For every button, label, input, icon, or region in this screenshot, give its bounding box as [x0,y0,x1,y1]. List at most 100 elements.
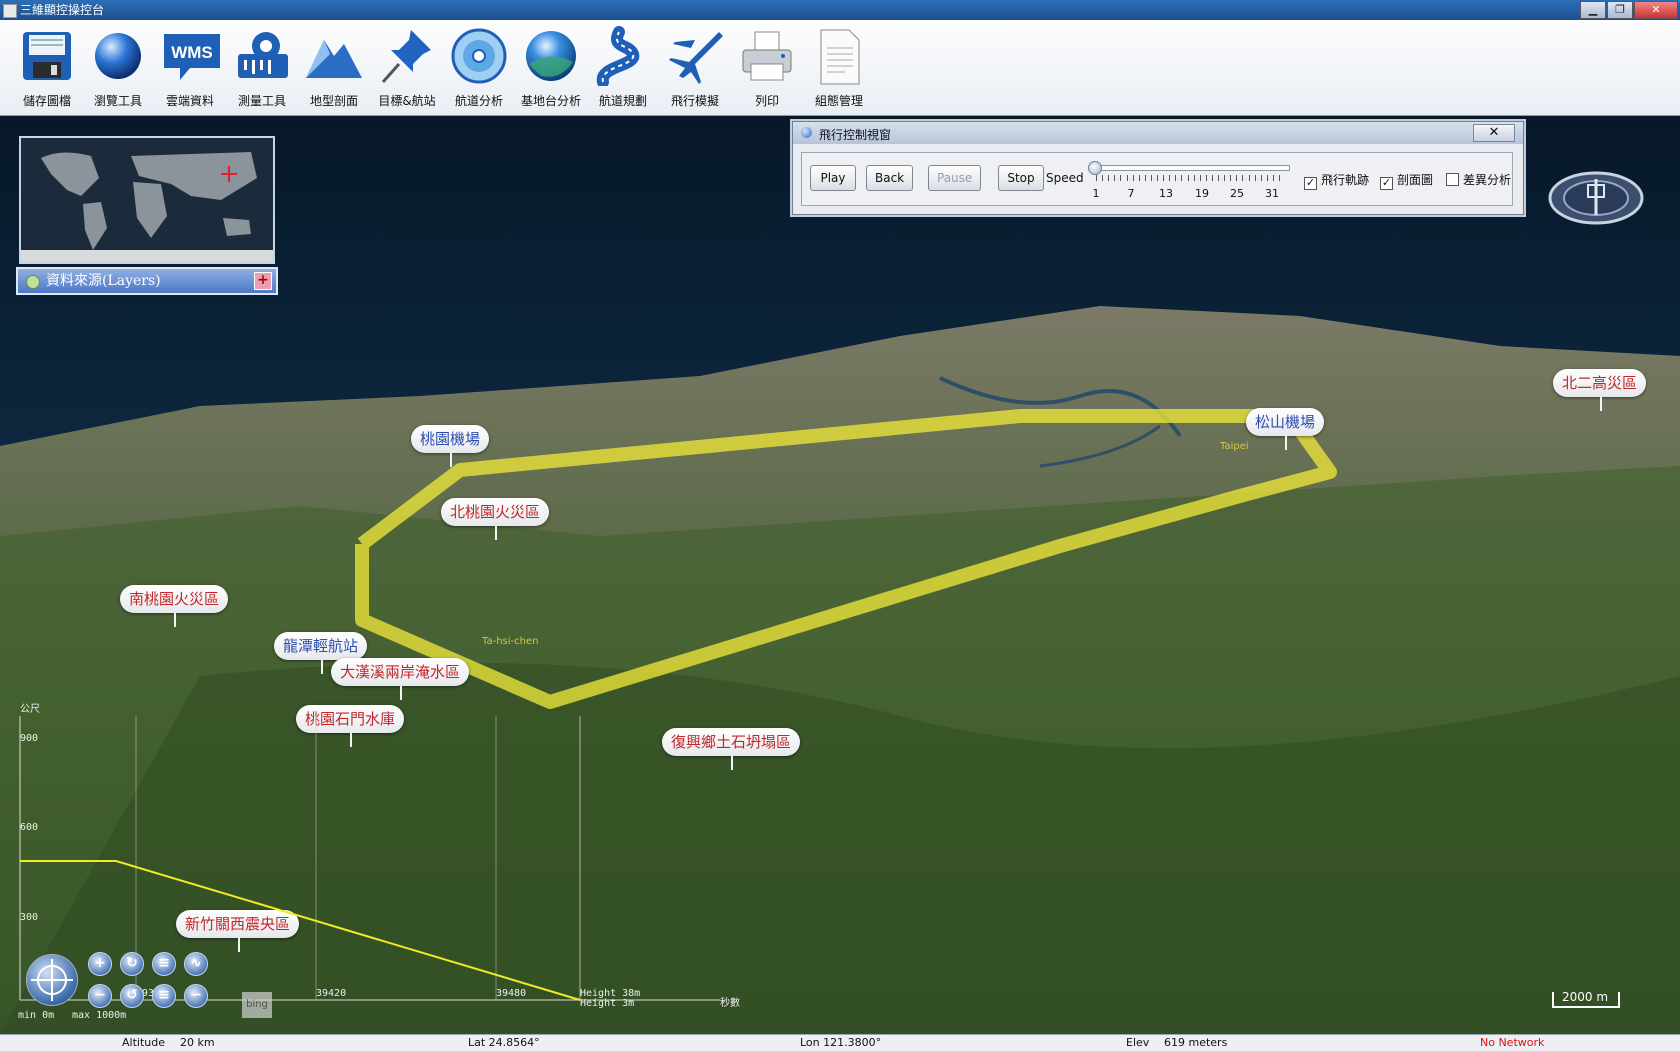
dialog-titlebar[interactable]: 飛行控制視窗 ✕ [793,122,1523,144]
window-titlebar: 三維顯控操控台 ▁ ❐ ✕ [0,0,1680,20]
maximize-button[interactable]: ❐ [1607,1,1633,19]
map-callout[interactable]: 桃園機場 [411,425,490,467]
add-layer-button[interactable]: + [254,272,272,290]
speed-slider-tick [1236,175,1238,181]
floppy-disk-icon [17,26,77,86]
speed-slider-tick [1260,175,1262,181]
bing-logo: bing [242,992,272,1018]
scale-label: 2000 m [1562,990,1609,1004]
speed-slider-thumb[interactable] [1088,161,1102,175]
base-station-analysis-button[interactable]: 基地台分析 [515,26,587,109]
terrain-profile-icon [304,26,364,86]
elevation-profile-chart: 公尺 900 600 300 39360 39420 39480 秒數 min … [18,703,740,1020]
profile-y-tick: 300 [20,912,38,923]
cloud-data-button[interactable]: WMS 雲端資料 [154,26,226,109]
place-label-taipei: Taipei [1220,441,1249,452]
flight-track-checkbox[interactable]: ✓ 飛行軌跡 [1304,171,1369,190]
profile-max-label: max 1000m [72,1010,126,1020]
speed-tick-label: 13 [1159,187,1173,200]
rotate-icon[interactable]: ↻ [120,952,144,976]
speed-slider-tick [1126,175,1128,181]
pause-button[interactable]: Pause [928,165,982,191]
map-callout[interactable]: 大漢溪兩岸淹水區 [331,658,470,700]
terrain-reduce-icon[interactable]: ∽ [184,984,208,1008]
document-icon [809,26,869,86]
route-planning-button[interactable]: 航道規劃 [587,26,659,109]
speed-slider-tick [1114,175,1116,181]
speed-slider-tick [1224,175,1226,181]
speed-slider-tick [1205,175,1207,181]
speed-slider-tick [1254,175,1256,181]
difference-analysis-checkbox[interactable]: 差異分析 [1446,171,1511,188]
targets-stations-button[interactable]: 目標&航站 [371,26,443,109]
speed-slider-tick [1199,175,1201,181]
measure-tools-button[interactable]: 測量工具 [226,26,298,109]
config-management-button[interactable]: 組態管理 [803,26,875,109]
speed-slider-ticks [1092,175,1288,183]
layers-panel-header[interactable]: 資料來源(Layers) + [16,267,278,295]
speed-tick-label: 31 [1265,187,1279,200]
elevation-label: Elev [1126,1036,1150,1049]
speed-slider-tick [1157,175,1158,181]
speed-tick-label: 7 [1127,187,1135,200]
zoom-in-icon[interactable]: + [88,952,112,976]
network-status: No Network [1480,1036,1545,1049]
profile-height-readout: Height 3m [580,998,634,1009]
speed-slider-tick [1211,175,1213,181]
profile-x-tick: 39480 [496,988,526,999]
map-callout[interactable]: 松山機場 [1246,408,1325,450]
layers-icon [26,275,40,289]
browse-tools-button[interactable]: 瀏覽工具 [82,26,154,109]
terrain-profile-button[interactable]: 地型剖面 [298,26,370,109]
globe-blue-icon [521,26,581,86]
stop-button[interactable]: Stop [998,165,1044,191]
tilt-down-icon[interactable]: ≡ [152,984,176,1008]
window-controls: ▁ ❐ ✕ [1580,1,1678,19]
dialog-app-icon [801,127,812,138]
latitude-readout: Lat 24.8564° [468,1036,540,1049]
map-callout[interactable]: 北桃園火災區 [441,498,550,540]
compass-icon[interactable] [1548,171,1644,225]
speed-slider-tick [1230,175,1232,181]
pan-control[interactable] [26,954,78,1006]
checkbox-box: ✓ [1304,176,1317,190]
speed-slider-tick [1181,175,1183,181]
map-callout[interactable]: 南桃園火災區 [120,585,229,627]
tilt-icon[interactable]: ≡ [152,952,176,976]
overview-world-map[interactable] [19,136,275,264]
minimize-button[interactable]: ▁ [1580,1,1606,19]
print-button[interactable]: 列印 [731,26,803,109]
dialog-title: 飛行控制視窗 [819,128,892,142]
profile-chart-checkbox[interactable]: ✓ 剖面圖 [1380,171,1433,190]
rotate-reverse-icon[interactable]: ↺ [120,984,144,1008]
route-analysis-button[interactable]: 航道分析 [443,26,515,109]
app-icon [3,4,17,18]
dialog-close-button[interactable]: ✕ [1473,124,1515,142]
close-window-button[interactable]: ✕ [1634,1,1678,19]
place-label-tahsichen: Ta-hsi-chen [482,636,539,647]
terrain-exaggeration-icon[interactable]: ∿ [184,952,208,976]
speed-slider-tick [1272,175,1274,181]
zoom-out-icon[interactable]: − [88,984,112,1008]
save-image-button[interactable]: 儲存圖檔 [11,26,83,109]
play-button[interactable]: Play [810,165,856,191]
airplane-icon [665,26,725,86]
profile-unit-label: 公尺 [20,703,40,715]
speed-slider-tick [1175,175,1177,181]
map-callout[interactable]: 北二高災區 [1553,369,1647,411]
speed-slider-tick [1132,175,1134,181]
speed-slider-tick [1187,175,1189,181]
speed-slider-tick [1144,175,1146,181]
map-callout[interactable]: 龍潭輕航站 [274,632,368,674]
checkbox-box [1446,173,1459,186]
speed-slider-tick [1218,175,1219,181]
speed-slider-tick [1120,175,1122,181]
wms-icon: WMS [160,26,220,86]
flight-simulation-button[interactable]: 飛行模擬 [659,26,731,109]
speed-slider[interactable] [1092,165,1290,171]
speed-label: Speed [1046,171,1084,185]
back-button[interactable]: Back [866,165,914,191]
measure-ruler-icon [232,26,292,86]
speed-slider-tick [1150,175,1152,181]
layers-label: 資料來源(Layers) [46,273,161,289]
